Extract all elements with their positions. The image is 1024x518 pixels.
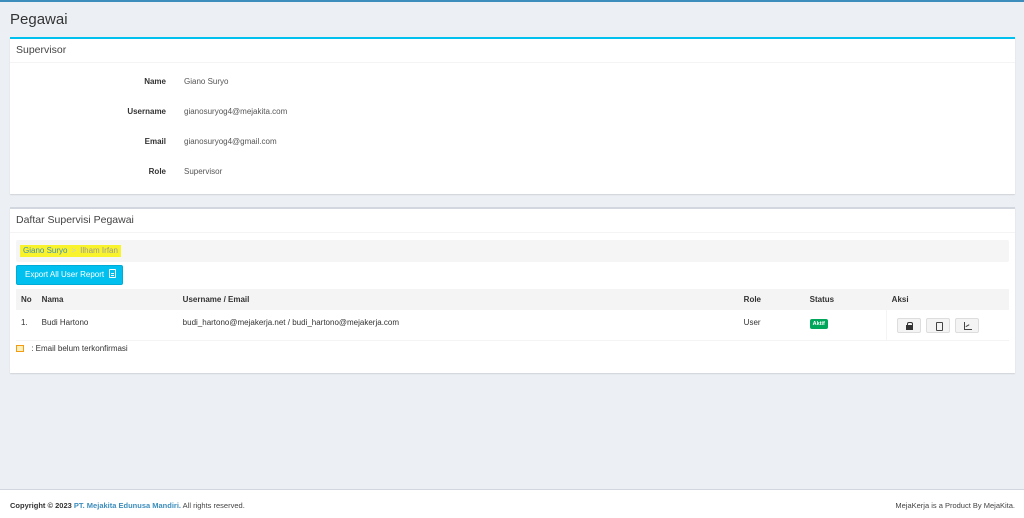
breadcrumb-highlight: Giano Suryo > Ilham Irfan bbox=[20, 245, 121, 257]
supervision-list-title: Daftar Supervisi Pegawai bbox=[10, 209, 1015, 233]
supervision-list-box: Daftar Supervisi Pegawai Giano Suryo > Ilh… bbox=[10, 207, 1015, 373]
status-badge: Aktif bbox=[809, 319, 828, 329]
column-header-nama: Nama bbox=[36, 289, 178, 310]
info-value: Supervisor bbox=[184, 167, 223, 176]
info-value: Giano Suryo bbox=[184, 77, 229, 86]
lock-icon[interactable] bbox=[897, 318, 922, 333]
footer-copyright: Copyright © 2023 bbox=[10, 501, 72, 510]
file-icon[interactable] bbox=[926, 318, 951, 333]
info-label: Email bbox=[144, 137, 166, 146]
cell-no: 1. bbox=[16, 310, 37, 341]
supervision-table: No Nama Username / Email Role Status Aks… bbox=[16, 289, 1009, 341]
cell-role: User bbox=[738, 310, 805, 341]
footer: Copyright © 2023 PT. Mejakita Edunusa Ma… bbox=[0, 489, 1024, 518]
unconfirmed-email-swatch-icon bbox=[16, 345, 24, 353]
table-header-row: No Nama Username / Email Role Status Aks… bbox=[16, 289, 1009, 310]
footer-product-text: MejaKerja is a Product By MejaKita. bbox=[895, 501, 1015, 510]
export-all-user-report-button[interactable]: Export All User Report bbox=[16, 265, 123, 285]
cell-aksi bbox=[886, 310, 1009, 341]
breadcrumb-separator: > bbox=[71, 246, 77, 255]
column-header-username-email: Username / Email bbox=[177, 289, 739, 310]
page-title: Pegawai bbox=[10, 11, 68, 28]
cell-status: Aktif bbox=[804, 310, 887, 341]
legend: : Email belum terkonfirmasi bbox=[16, 344, 128, 353]
table-row: 1. Budi Hartono budi_hartono@mejakerja.n… bbox=[16, 310, 1009, 341]
breadcrumb-link-supervisor[interactable]: Giano Suryo bbox=[23, 246, 67, 255]
legend-text: : Email belum terkonfirmasi bbox=[31, 344, 128, 353]
breadcrumb: Giano Suryo > Ilham Irfan bbox=[16, 240, 1009, 262]
line-chart-icon[interactable] bbox=[955, 318, 980, 333]
info-value: gianosuryog4@mejakita.com bbox=[184, 107, 288, 116]
export-button-label: Export All User Report bbox=[25, 270, 105, 279]
column-header-role: Role bbox=[738, 289, 805, 310]
footer-rights: All rights reserved. bbox=[182, 501, 245, 510]
cell-nama: Budi Hartono bbox=[36, 310, 178, 341]
file-icon bbox=[109, 269, 117, 278]
column-header-no: No bbox=[16, 289, 37, 310]
column-header-aksi: Aksi bbox=[886, 289, 1009, 310]
footer-company-link[interactable]: PT. Mejakita Edunusa Mandiri. bbox=[74, 501, 181, 510]
supervisor-box-title: Supervisor bbox=[10, 39, 1015, 63]
supervisor-box: Supervisor Name Giano Suryo Username gia… bbox=[10, 37, 1015, 194]
column-header-status: Status bbox=[804, 289, 887, 310]
info-label: Username bbox=[127, 107, 166, 116]
info-label: Role bbox=[148, 167, 166, 176]
info-value: gianosuryog4@gmail.com bbox=[184, 137, 277, 146]
cell-username-email: budi_hartono@mejakerja.net / budi_harton… bbox=[177, 310, 739, 341]
info-label: Name bbox=[144, 77, 166, 86]
breadcrumb-current: Ilham Irfan bbox=[80, 246, 118, 255]
